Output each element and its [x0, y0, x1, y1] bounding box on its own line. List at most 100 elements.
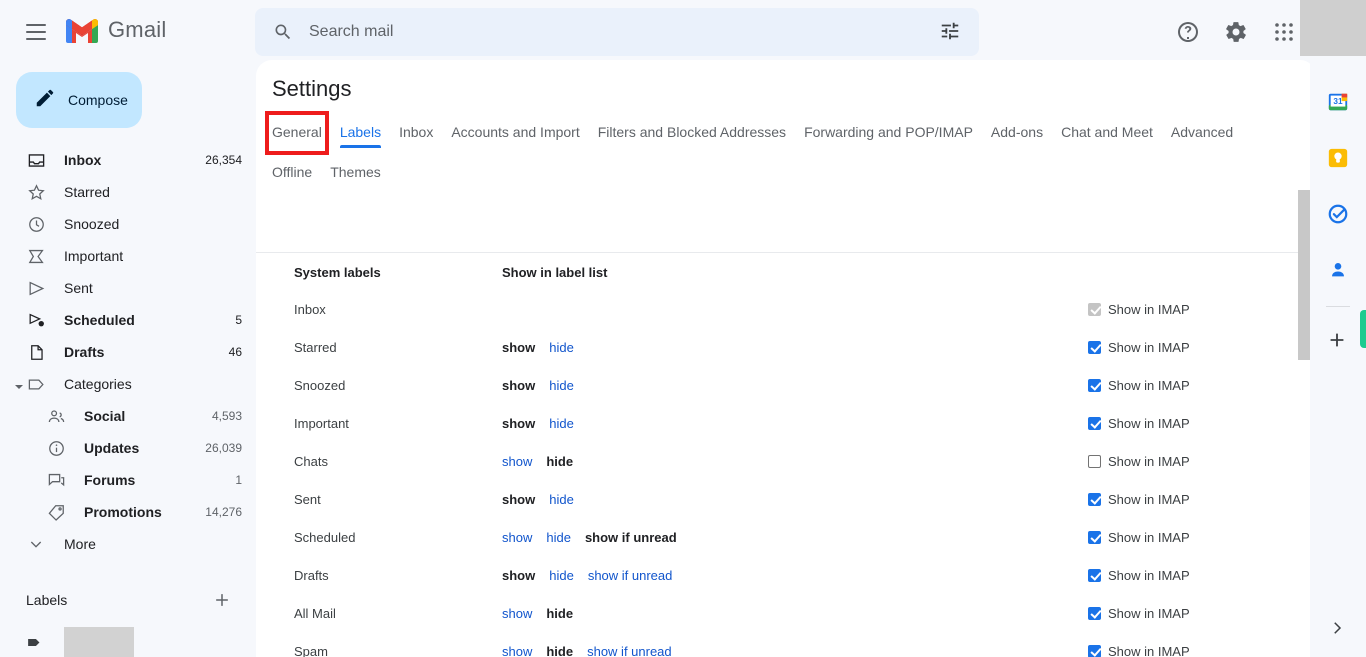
- table-row: Snoozed show hide Show in IMAP: [256, 366, 1316, 404]
- people-icon: [46, 406, 66, 426]
- calendar-icon[interactable]: 31: [1326, 90, 1350, 114]
- tab-themes[interactable]: Themes: [330, 158, 381, 188]
- imap-cell: Show in IMAP: [1088, 442, 1316, 480]
- tab-accounts-and-import[interactable]: Accounts and Import: [451, 118, 579, 148]
- apps-grid-icon[interactable]: [1270, 18, 1298, 46]
- sidebar-item-important[interactable]: Important: [0, 240, 256, 272]
- show-in-imap-checkbox[interactable]: [1088, 454, 1101, 468]
- action-hide[interactable]: hide: [549, 492, 574, 507]
- show-in-imap-checkbox: [1088, 302, 1101, 316]
- action-show-if-unread[interactable]: show if unread: [588, 568, 673, 583]
- visibility-actions-cell: show hide show if unread: [502, 632, 1088, 657]
- show-in-imap-checkbox[interactable]: [1088, 378, 1101, 392]
- action-hide[interactable]: hide: [549, 568, 574, 583]
- keep-icon[interactable]: [1326, 146, 1350, 170]
- gmail-m-icon: [66, 19, 98, 43]
- sidebar-item-drafts[interactable]: Drafts 46: [0, 336, 256, 368]
- show-in-imap-label: Show in IMAP: [1108, 529, 1190, 545]
- tab-filters-and-blocked-addresses[interactable]: Filters and Blocked Addresses: [598, 118, 786, 148]
- caret-down-icon[interactable]: [14, 379, 24, 389]
- show-in-imap-label: Show in IMAP: [1108, 453, 1190, 469]
- chevron-right-icon[interactable]: [1328, 619, 1348, 639]
- sidebar-item-sent[interactable]: Sent: [0, 272, 256, 304]
- sidebar-label: Inbox: [64, 152, 102, 168]
- tab-inbox[interactable]: Inbox: [399, 118, 433, 148]
- tune-icon[interactable]: [939, 20, 963, 44]
- imap-cell: Show in IMAP: [1088, 518, 1316, 556]
- label-name-cell: Starred: [294, 339, 337, 355]
- sidebar-count: 46: [228, 345, 242, 359]
- help-icon[interactable]: [1174, 18, 1202, 46]
- action-hide: hide: [546, 605, 574, 621]
- sidebar-item-updates[interactable]: Updates 26,039: [0, 432, 256, 464]
- sidebar-item-more[interactable]: More: [0, 528, 256, 560]
- show-in-imap-checkbox[interactable]: [1088, 644, 1101, 657]
- green-side-tab[interactable]: [1360, 310, 1366, 348]
- show-in-imap-checkbox[interactable]: [1088, 568, 1101, 582]
- compose-label: Compose: [68, 92, 128, 108]
- table-row: Inbox Show in IMAP: [256, 290, 1316, 328]
- tab-advanced[interactable]: Advanced: [1171, 118, 1233, 148]
- sidebar-item-snoozed[interactable]: Snoozed: [0, 208, 256, 240]
- tasks-icon[interactable]: [1326, 202, 1350, 226]
- show-in-imap-label: Show in IMAP: [1108, 415, 1190, 431]
- show-in-imap-checkbox[interactable]: [1088, 530, 1101, 544]
- plus-icon[interactable]: [1326, 329, 1350, 353]
- tab-offline[interactable]: Offline: [272, 158, 312, 188]
- action-show[interactable]: show: [502, 644, 532, 657]
- settings-panel: Settings General Labels Inbox Accounts and …: [256, 60, 1316, 657]
- plus-icon[interactable]: [212, 590, 232, 610]
- top-bar: Gmail: [0, 0, 1366, 64]
- search-icon: [271, 20, 295, 44]
- contacts-icon[interactable]: [1326, 258, 1350, 282]
- show-in-imap-checkbox[interactable]: [1088, 492, 1101, 506]
- visibility-actions-cell: show hide: [502, 404, 1088, 442]
- tab-add-ons[interactable]: Add-ons: [991, 118, 1043, 148]
- action-hide[interactable]: hide: [549, 416, 574, 431]
- sidebar-label: Scheduled: [64, 312, 135, 328]
- visibility-actions-cell: [502, 290, 1088, 328]
- action-hide: hide: [546, 453, 574, 469]
- visibility-actions-cell: show hide show if unread: [502, 518, 1088, 556]
- tab-chat-and-meet[interactable]: Chat and Meet: [1061, 118, 1153, 148]
- hamburger-icon[interactable]: [22, 18, 50, 46]
- sidebar-item-social[interactable]: Social 4,593: [0, 400, 256, 432]
- panel-scrollbar-thumb[interactable]: [1298, 190, 1310, 360]
- tab-forwarding-and-pop-imap[interactable]: Forwarding and POP/IMAP: [804, 118, 973, 148]
- label-name-cell: Important: [294, 415, 349, 431]
- show-in-imap-checkbox[interactable]: [1088, 340, 1101, 354]
- compose-button[interactable]: Compose: [16, 72, 142, 128]
- tab-labels[interactable]: Labels: [339, 118, 382, 148]
- label-name-cell: Scheduled: [294, 529, 356, 545]
- sidebar-item-starred[interactable]: Starred: [0, 176, 256, 208]
- settings-tab-row-secondary: Offline Themes: [272, 158, 1282, 188]
- visibility-actions-cell: show hide: [502, 480, 1088, 518]
- sidebar-item-promotions[interactable]: Promotions 14,276: [0, 496, 256, 528]
- sidebar-label-row[interactable]: [0, 626, 256, 657]
- sidebar-item-forums[interactable]: Forums 1: [0, 464, 256, 496]
- avatar[interactable]: [1300, 0, 1366, 56]
- visibility-actions-cell: show hide show if unread: [502, 556, 1088, 594]
- search-bar[interactable]: [255, 8, 979, 56]
- action-show[interactable]: show: [502, 454, 532, 469]
- label-name-redacted: [64, 627, 134, 657]
- sidebar-item-categories[interactable]: Categories: [0, 368, 256, 400]
- show-in-imap-checkbox[interactable]: [1088, 416, 1101, 430]
- action-show[interactable]: show: [502, 530, 532, 545]
- action-hide[interactable]: hide: [546, 530, 571, 545]
- gmail-logo[interactable]: Gmail: [64, 16, 166, 44]
- gear-icon[interactable]: [1222, 18, 1250, 46]
- action-hide[interactable]: hide: [549, 378, 574, 393]
- tab-general[interactable]: General: [265, 111, 329, 155]
- sidebar-item-inbox[interactable]: Inbox 26,354: [0, 144, 256, 176]
- action-show-if-unread[interactable]: show if unread: [587, 644, 672, 657]
- sidebar-label: Categories: [64, 376, 132, 392]
- action-show[interactable]: show: [502, 606, 532, 621]
- action-hide[interactable]: hide: [549, 340, 574, 355]
- forum-icon: [46, 470, 66, 490]
- visibility-actions-cell: show hide: [502, 594, 1088, 632]
- labels-section-header: Labels: [0, 580, 256, 620]
- search-input[interactable]: [309, 23, 939, 41]
- show-in-imap-checkbox[interactable]: [1088, 606, 1101, 620]
- sidebar-item-scheduled[interactable]: Scheduled 5: [0, 304, 256, 336]
